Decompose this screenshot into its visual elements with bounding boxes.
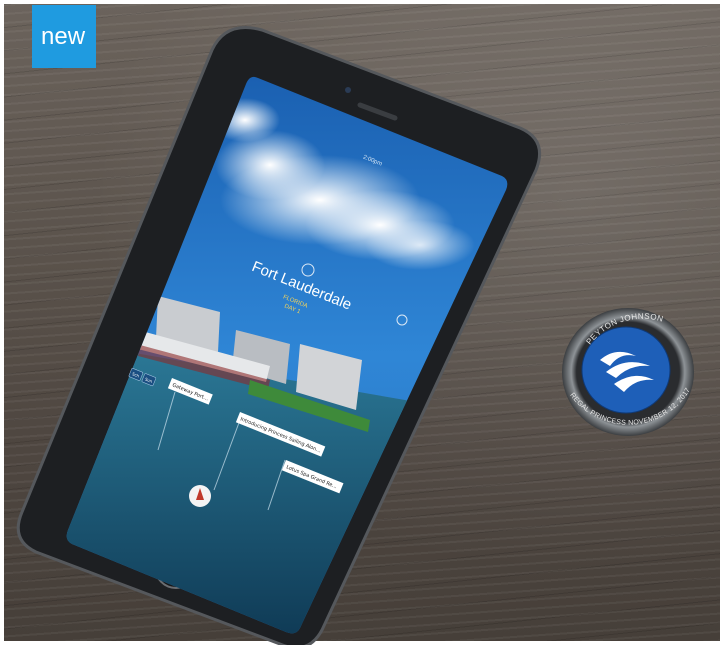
smartphone: Fort Lauderdale FLORIDA DAY 1 2:00pm Sch… <box>16 26 541 645</box>
image-frame: new Fort Lauderdale FLORIDA DAY 1 2:00pm… <box>0 0 722 645</box>
ocean-medallion: PEYTON JOHNSON REGAL PRINCESS NOVEMBER 1… <box>562 308 694 436</box>
camera-icon <box>345 87 351 93</box>
new-badge: new <box>32 5 96 68</box>
sea-illustration <box>66 340 508 634</box>
scene-svg: Fort Lauderdale FLORIDA DAY 1 2:00pm Sch… <box>16 26 694 645</box>
new-badge-label: new <box>41 23 86 50</box>
